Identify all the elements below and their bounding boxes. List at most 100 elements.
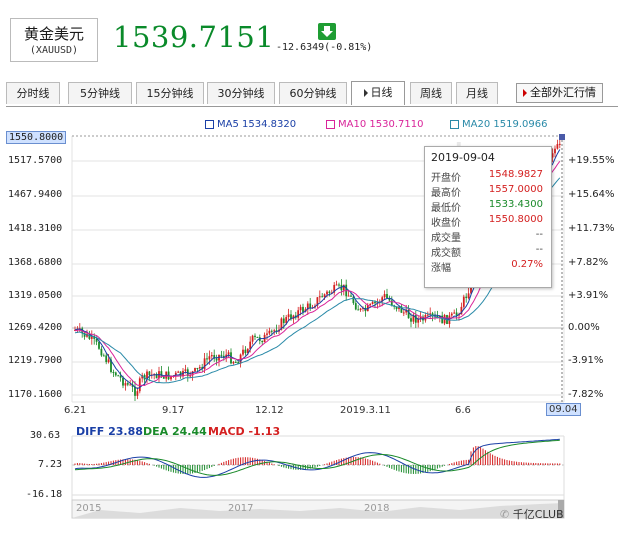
- candle-body: [273, 330, 276, 332]
- wechat-icon: ✆: [500, 508, 513, 521]
- candle-body: [254, 335, 256, 337]
- candle-body: [256, 336, 259, 338]
- macd-dea-label: DEA 24.44: [143, 425, 207, 438]
- candle-body: [122, 377, 124, 386]
- tooltip-date: 2019-09-04: [431, 151, 495, 164]
- tooltip-row: 成交额 --: [431, 244, 543, 259]
- candle-body: [102, 355, 105, 357]
- candle-body: [129, 384, 132, 386]
- candle-body: [210, 355, 213, 357]
- candle-body: [196, 368, 199, 370]
- candle-body: [107, 359, 110, 363]
- candle-body: [124, 383, 127, 386]
- candle-body: [105, 355, 108, 363]
- candle-body: [136, 391, 139, 396]
- tooltip-row: 成交量 --: [431, 229, 543, 244]
- tooltip-row: 涨幅 0.27%: [431, 259, 543, 274]
- candle-body: [268, 330, 271, 334]
- candle-body: [112, 372, 115, 374]
- candle-body: [227, 352, 230, 355]
- y-tick: 1170.1600: [8, 389, 63, 400]
- candle-body: [390, 300, 393, 306]
- candle-body: [335, 284, 338, 286]
- candle-body: [270, 330, 273, 332]
- candle-body: [354, 303, 357, 310]
- candle-body: [287, 314, 290, 318]
- candle-body: [302, 306, 304, 312]
- candle-body: [220, 354, 223, 356]
- candle-body: [318, 296, 321, 298]
- candle-body: [208, 356, 211, 360]
- pct-tick: +7.82%: [568, 257, 609, 268]
- candle-body: [299, 306, 302, 311]
- macd-y-tick: 30.63: [30, 430, 61, 441]
- tooltip-row: 开盘价 1548.9827: [431, 169, 543, 184]
- y-tick: 1219.7900: [8, 355, 63, 366]
- candle-body: [206, 358, 208, 360]
- candle-body: [266, 333, 268, 335]
- x-tick: 6.6: [455, 405, 471, 416]
- tooltip-row: 最低价 1533.4300: [431, 199, 543, 214]
- candle-body: [232, 361, 235, 364]
- candle-body: [282, 318, 285, 324]
- pct-tick: -3.91%: [568, 355, 604, 366]
- candle-body: [184, 369, 187, 371]
- current-price-label: 1550.8000: [6, 131, 67, 144]
- candle-body: [297, 310, 300, 318]
- candle-body: [402, 312, 405, 314]
- current-date-label: 09.04: [546, 403, 581, 416]
- pct-tick: +3.91%: [568, 290, 609, 301]
- candle-body: [369, 303, 372, 306]
- x-tick: 12.12: [255, 405, 284, 416]
- y-tick: 1467.9400: [8, 189, 63, 200]
- candle-body: [359, 308, 362, 310]
- candle-body: [148, 371, 151, 376]
- pct-tick: +11.73%: [568, 223, 615, 234]
- y-tick: 1517.5700: [8, 155, 63, 166]
- nav-year: 2017: [228, 503, 254, 514]
- candle-body: [114, 372, 117, 376]
- candle-body: [338, 284, 340, 286]
- x-tick: 6.21: [64, 405, 87, 416]
- x-tick: 9.17: [162, 405, 185, 416]
- pct-tick: +19.55%: [568, 155, 615, 166]
- candle-body: [554, 148, 556, 154]
- candle-body: [251, 335, 254, 342]
- candle-body: [386, 294, 388, 299]
- candle-body: [467, 293, 470, 299]
- candle-body: [450, 313, 453, 316]
- candle-body: [285, 317, 288, 324]
- candle-body: [160, 371, 163, 377]
- candle-body: [234, 361, 237, 363]
- tooltip-row: 最高价 1557.0000: [431, 184, 543, 199]
- x-tick: 2019.3.11: [340, 405, 391, 416]
- pct-tick: +15.64%: [568, 189, 615, 200]
- candle-body: [244, 349, 247, 354]
- candle-body: [134, 386, 136, 396]
- candle-body: [383, 294, 386, 298]
- candle-body: [198, 367, 201, 369]
- y-tick: 1418.3100: [8, 223, 63, 234]
- pct-tick: 0.00%: [568, 322, 600, 333]
- nav-year: 2018: [364, 503, 390, 514]
- candle-body: [453, 312, 456, 314]
- y-tick: 1368.6800: [8, 257, 63, 268]
- candle-body: [410, 318, 412, 322]
- candle-body: [126, 383, 129, 385]
- candle-body: [100, 348, 103, 356]
- candle-body: [556, 144, 559, 149]
- tooltip-row: 收盘价 1550.8000: [431, 214, 543, 229]
- candle-body: [261, 340, 264, 343]
- candle-body: [321, 296, 324, 298]
- candle-body: [326, 291, 328, 295]
- candle-body: [462, 296, 465, 307]
- candle-body: [371, 302, 374, 304]
- macd-y-tick: -16.18: [26, 489, 63, 500]
- candle-body: [117, 375, 120, 377]
- candle-body: [350, 295, 352, 297]
- candle-body: [414, 315, 417, 323]
- candle-body: [98, 341, 100, 349]
- candle-body: [426, 314, 429, 316]
- candle-body: [455, 312, 458, 316]
- candle-body: [138, 378, 141, 392]
